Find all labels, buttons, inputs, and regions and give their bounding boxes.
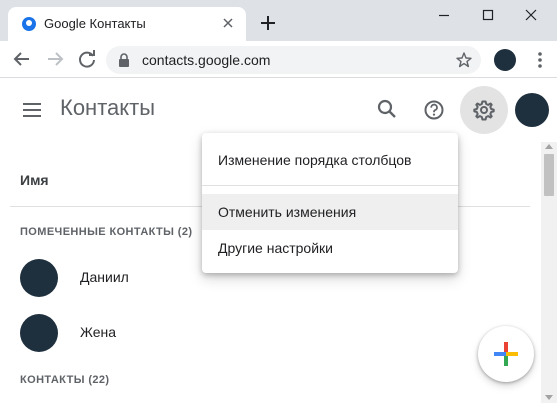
- menu-item-undo-changes[interactable]: Отменить изменения: [202, 194, 458, 230]
- minimize-icon[interactable]: [424, 0, 464, 30]
- help-button[interactable]: [414, 90, 454, 130]
- settings-menu: Изменение порядка столбцов Отменить изме…: [202, 133, 458, 273]
- arrow-right-icon[interactable]: [44, 48, 66, 70]
- table-row[interactable]: Жена: [0, 307, 541, 357]
- contacts-favicon-icon: [22, 17, 36, 31]
- search-button[interactable]: [368, 90, 408, 130]
- tab-title: Google Контакты: [44, 16, 146, 31]
- gear-icon: [473, 100, 495, 121]
- browser-profile-avatar[interactable]: [494, 49, 516, 71]
- browser-titlebar: Google Контакты: [0, 0, 557, 41]
- menu-item-reorder-columns[interactable]: Изменение порядка столбцов: [202, 142, 458, 178]
- browser-toolbar: contacts.google.com: [0, 41, 557, 78]
- hamburger-icon[interactable]: [20, 98, 44, 122]
- scroll-thumb[interactable]: [544, 154, 554, 196]
- lock-icon: [119, 53, 129, 67]
- account-avatar[interactable]: [515, 93, 549, 127]
- star-icon[interactable]: [455, 51, 473, 69]
- url-text: contacts.google.com: [142, 52, 271, 68]
- contact-name: Жена: [80, 324, 117, 340]
- search-icon: [377, 99, 396, 118]
- maximize-icon[interactable]: [468, 0, 508, 30]
- menu-item-other-settings[interactable]: Другие настройки: [202, 230, 458, 266]
- contacts-section-label: КОНТАКТЫ (22): [20, 374, 110, 386]
- more-vert-icon[interactable]: [530, 49, 550, 71]
- avatar: [20, 314, 58, 352]
- address-bar[interactable]: contacts.google.com: [106, 46, 481, 74]
- avatar: [20, 259, 58, 297]
- help-icon: [424, 100, 444, 120]
- starred-section-label: ПОМЕЧЕННЫЕ КОНТАКТЫ (2): [20, 226, 193, 238]
- contact-name: Даниил: [80, 269, 129, 285]
- plus-multicolor-icon: [494, 342, 518, 366]
- reload-icon[interactable]: [76, 48, 98, 70]
- new-tab-plus-icon[interactable]: [256, 11, 280, 35]
- scrollbar[interactable]: [541, 142, 557, 403]
- arrow-left-icon[interactable]: [11, 48, 33, 70]
- scroll-down-arrow-icon[interactable]: [545, 395, 553, 400]
- close-icon[interactable]: [220, 15, 236, 31]
- menu-divider: [202, 185, 458, 186]
- settings-button[interactable]: [460, 86, 508, 134]
- scroll-up-arrow-icon[interactable]: [545, 144, 553, 149]
- page-title: Контакты: [60, 95, 156, 120]
- create-contact-button[interactable]: [478, 326, 534, 382]
- window-close-icon[interactable]: [511, 0, 551, 30]
- browser-tab[interactable]: Google Контакты: [8, 7, 246, 41]
- column-header-name[interactable]: Имя: [20, 172, 49, 188]
